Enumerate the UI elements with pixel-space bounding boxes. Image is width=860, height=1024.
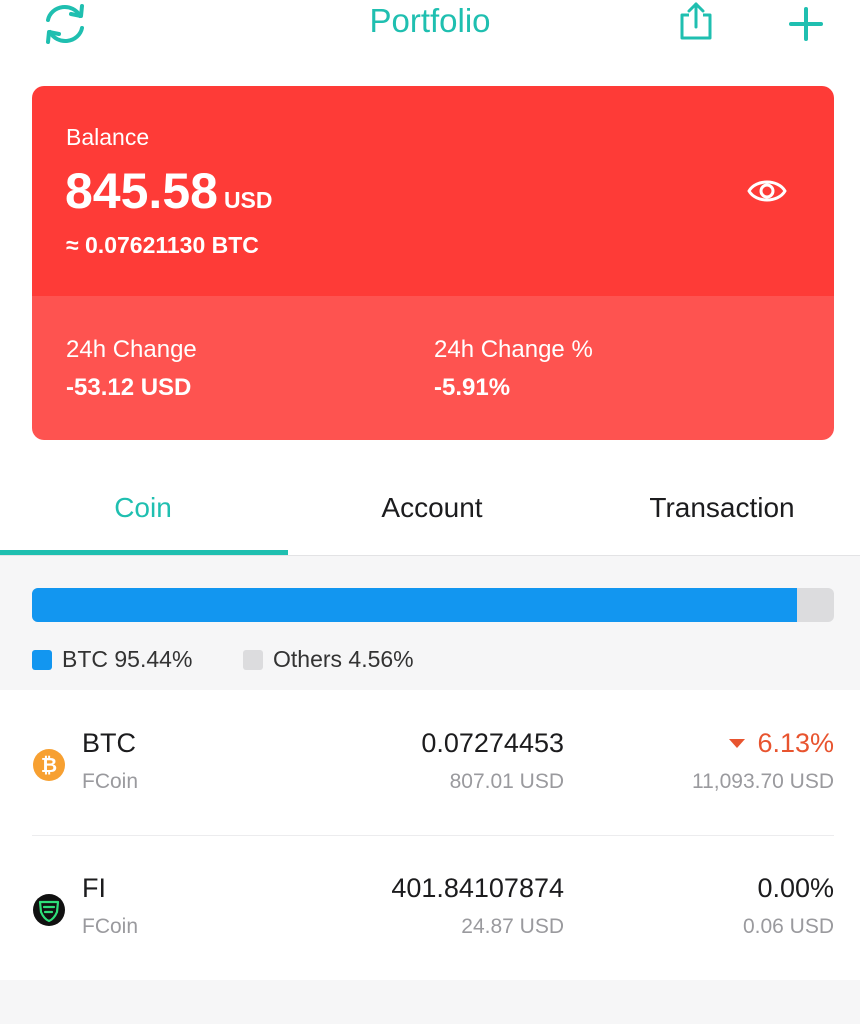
legend-label-others: Others 4.56% — [273, 646, 414, 672]
page-title: Portfolio — [369, 2, 491, 39]
legend-others: Others 4.56% — [243, 646, 414, 673]
tab-coin[interactable]: Coin — [0, 492, 286, 524]
list-footer — [0, 980, 860, 1024]
coin-quantity: 0.07274453 — [421, 728, 564, 758]
coin-price: 11,093.70 USD — [691, 770, 834, 793]
coin-list: ₿ BTC FCoin 0.07274453 807.01 USD 6.13% … — [0, 690, 860, 980]
balance-amount-row: 845.58 USD — [65, 162, 273, 220]
coin-change-value: 0.00% — [757, 873, 834, 903]
balance-btc-equivalent: ≈ 0.07621130 BTC — [66, 232, 259, 258]
balance-card: Balance 845.58 USD ≈ 0.07621130 BTC 24h C… — [32, 86, 834, 440]
eye-icon[interactable] — [746, 174, 788, 208]
tab-transaction[interactable]: Transaction — [578, 492, 860, 524]
coin-value: 24.87 USD — [461, 915, 564, 938]
bitcoin-icon: ₿ — [33, 749, 65, 781]
balance-change-panel — [32, 296, 834, 440]
balance-amount: 845.58 — [65, 163, 218, 219]
svg-text:₿: ₿ — [41, 753, 57, 777]
coin-row-fi[interactable]: FI FCoin 401.84107874 24.87 USD 0.00% 0.… — [0, 835, 860, 980]
coin-symbol: FI — [82, 873, 106, 903]
legend-swatch-others — [243, 649, 263, 670]
balance-summary: Balance 845.58 USD ≈ 0.07621130 BTC — [32, 86, 834, 296]
balance-unit: USD — [223, 187, 273, 213]
allocation-section: BTC 95.44% Others 4.56% — [0, 556, 860, 690]
change-pct-value: -5.91% — [434, 374, 511, 401]
change-pct-label: 24h Change % — [434, 336, 593, 363]
share-icon[interactable] — [676, 0, 716, 44]
coin-change: 0.00% — [757, 873, 834, 904]
legend-swatch-btc — [32, 649, 52, 670]
allocation-bar-btc-fill — [32, 588, 798, 622]
coin-change: 6.13% — [729, 728, 834, 759]
coin-value: 807.01 USD — [449, 770, 564, 793]
plus-icon[interactable] — [784, 2, 828, 46]
active-tab-indicator — [0, 550, 288, 555]
allocation-bar — [32, 588, 834, 622]
legend-btc: BTC 95.44% — [32, 646, 192, 673]
coin-exchange: FCoin — [82, 770, 139, 793]
top-bar: Portfolio — [0, 0, 860, 60]
coin-price: 0.06 USD — [742, 915, 834, 938]
fi-token-icon — [33, 894, 65, 926]
coin-change-value: 6.13% — [757, 728, 834, 758]
coin-exchange: FCoin — [82, 915, 139, 938]
tab-account[interactable]: Account — [288, 492, 576, 524]
down-arrow-icon — [729, 739, 746, 748]
legend-label-btc: BTC 95.44% — [62, 646, 193, 672]
change-value: -53.12 USD — [66, 374, 192, 401]
coin-symbol: BTC — [82, 728, 136, 758]
coin-quantity: 401.84107874 — [391, 873, 564, 903]
tab-bar: Coin Account Transaction — [0, 470, 860, 556]
coin-row-btc[interactable]: ₿ BTC FCoin 0.07274453 807.01 USD 6.13% … — [0, 690, 860, 835]
change-label: 24h Change — [66, 336, 197, 363]
balance-label: Balance — [66, 124, 150, 150]
